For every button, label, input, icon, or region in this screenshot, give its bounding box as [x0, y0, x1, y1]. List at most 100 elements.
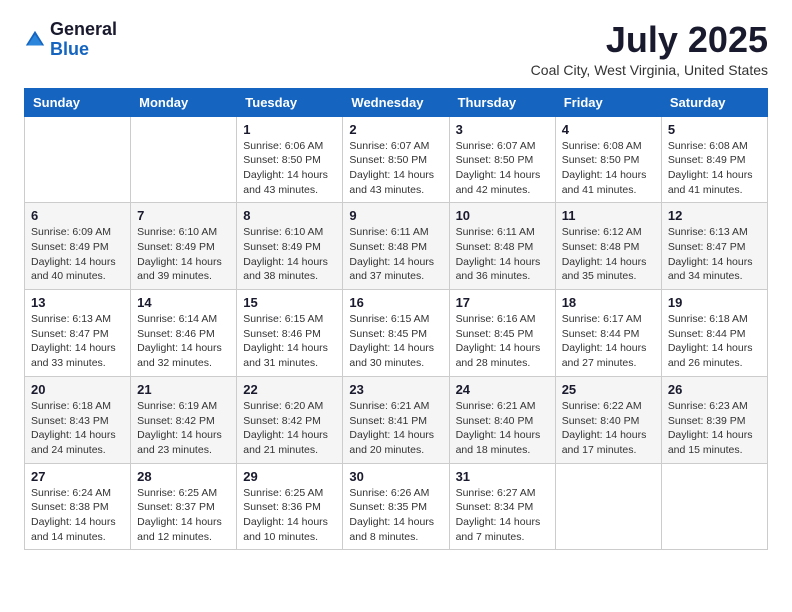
calendar-day-cell: 8 Sunrise: 6:10 AMSunset: 8:49 PMDaylight…: [237, 203, 343, 290]
day-number: 31: [456, 469, 549, 484]
day-info: Sunrise: 6:21 AMSunset: 8:41 PMDaylight:…: [349, 399, 442, 458]
day-info: Sunrise: 6:27 AMSunset: 8:34 PMDaylight:…: [456, 486, 549, 545]
day-number: 5: [668, 122, 761, 137]
day-number: 1: [243, 122, 336, 137]
day-number: 19: [668, 295, 761, 310]
month-title: July 2025: [531, 20, 768, 60]
day-number: 23: [349, 382, 442, 397]
calendar-day-cell: 15 Sunrise: 6:15 AMSunset: 8:46 PMDayligh…: [237, 290, 343, 377]
calendar-day-cell: 13 Sunrise: 6:13 AMSunset: 8:47 PMDayligh…: [25, 290, 131, 377]
calendar-day-cell: 23 Sunrise: 6:21 AMSunset: 8:41 PMDayligh…: [343, 376, 449, 463]
day-number: 15: [243, 295, 336, 310]
calendar-header-cell: Thursday: [449, 88, 555, 116]
calendar-day-cell: [661, 463, 767, 550]
day-info: Sunrise: 6:18 AMSunset: 8:43 PMDaylight:…: [31, 399, 124, 458]
day-number: 11: [562, 208, 655, 223]
logo-icon: [24, 29, 46, 51]
day-info: Sunrise: 6:14 AMSunset: 8:46 PMDaylight:…: [137, 312, 230, 371]
calendar-day-cell: 31 Sunrise: 6:27 AMSunset: 8:34 PMDayligh…: [449, 463, 555, 550]
day-number: 9: [349, 208, 442, 223]
day-info: Sunrise: 6:15 AMSunset: 8:46 PMDaylight:…: [243, 312, 336, 371]
calendar-day-cell: 16Sunrise: 6:15 AMSunset: 8:45 PMDayligh…: [343, 290, 449, 377]
day-number: 30: [349, 469, 442, 484]
day-number: 22: [243, 382, 336, 397]
calendar-day-cell: 19 Sunrise: 6:18 AMSunset: 8:44 PMDayligh…: [661, 290, 767, 377]
day-info: Sunrise: 6:18 AMSunset: 8:44 PMDaylight:…: [668, 312, 761, 371]
day-info: Sunrise: 6:20 AMSunset: 8:42 PMDaylight:…: [243, 399, 336, 458]
calendar-header-cell: Sunday: [25, 88, 131, 116]
day-info: Sunrise: 6:21 AMSunset: 8:40 PMDaylight:…: [456, 399, 549, 458]
day-info: Sunrise: 6:10 AMSunset: 8:49 PMDaylight:…: [243, 225, 336, 284]
day-info: Sunrise: 6:22 AMSunset: 8:40 PMDaylight:…: [562, 399, 655, 458]
day-number: 13: [31, 295, 124, 310]
calendar-day-cell: 26Sunrise: 6:23 AMSunset: 8:39 PMDayligh…: [661, 376, 767, 463]
calendar-week-row: 6 Sunrise: 6:09 AMSunset: 8:49 PMDaylight…: [25, 203, 768, 290]
day-info: Sunrise: 6:12 AMSunset: 8:48 PMDaylight:…: [562, 225, 655, 284]
calendar-day-cell: 14 Sunrise: 6:14 AMSunset: 8:46 PMDayligh…: [131, 290, 237, 377]
day-number: 20: [31, 382, 124, 397]
day-info: Sunrise: 6:06 AMSunset: 8:50 PMDaylight:…: [243, 139, 336, 198]
calendar-day-cell: 27 Sunrise: 6:24 AMSunset: 8:38 PMDayligh…: [25, 463, 131, 550]
calendar-header-cell: Wednesday: [343, 88, 449, 116]
calendar-day-cell: 1 Sunrise: 6:06 AMSunset: 8:50 PMDaylight…: [237, 116, 343, 203]
day-info: Sunrise: 6:08 AMSunset: 8:50 PMDaylight:…: [562, 139, 655, 198]
calendar-day-cell: 6 Sunrise: 6:09 AMSunset: 8:49 PMDaylight…: [25, 203, 131, 290]
day-number: 24: [456, 382, 549, 397]
calendar-week-row: 27 Sunrise: 6:24 AMSunset: 8:38 PMDayligh…: [25, 463, 768, 550]
calendar-week-row: 1 Sunrise: 6:06 AMSunset: 8:50 PMDaylight…: [25, 116, 768, 203]
day-number: 17: [456, 295, 549, 310]
calendar-day-cell: 21Sunrise: 6:19 AMSunset: 8:42 PMDayligh…: [131, 376, 237, 463]
day-number: 28: [137, 469, 230, 484]
day-info: Sunrise: 6:08 AMSunset: 8:49 PMDaylight:…: [668, 139, 761, 198]
day-info: Sunrise: 6:25 AMSunset: 8:36 PMDaylight:…: [243, 486, 336, 545]
calendar-day-cell: 24 Sunrise: 6:21 AMSunset: 8:40 PMDayligh…: [449, 376, 555, 463]
calendar-day-cell: 11 Sunrise: 6:12 AMSunset: 8:48 PMDayligh…: [555, 203, 661, 290]
day-number: 4: [562, 122, 655, 137]
day-number: 10: [456, 208, 549, 223]
day-number: 27: [31, 469, 124, 484]
calendar-day-cell: 12Sunrise: 6:13 AMSunset: 8:47 PMDayligh…: [661, 203, 767, 290]
calendar-day-cell: 28 Sunrise: 6:25 AMSunset: 8:37 PMDayligh…: [131, 463, 237, 550]
day-info: Sunrise: 6:11 AMSunset: 8:48 PMDaylight:…: [349, 225, 442, 284]
day-number: 29: [243, 469, 336, 484]
day-info: Sunrise: 6:23 AMSunset: 8:39 PMDaylight:…: [668, 399, 761, 458]
calendar-body: 1 Sunrise: 6:06 AMSunset: 8:50 PMDaylight…: [25, 116, 768, 550]
calendar-day-cell: 18Sunrise: 6:17 AMSunset: 8:44 PMDayligh…: [555, 290, 661, 377]
day-number: 14: [137, 295, 230, 310]
calendar-week-row: 13 Sunrise: 6:13 AMSunset: 8:47 PMDayligh…: [25, 290, 768, 377]
calendar-day-cell: 2Sunrise: 6:07 AMSunset: 8:50 PMDaylight…: [343, 116, 449, 203]
day-info: Sunrise: 6:07 AMSunset: 8:50 PMDaylight:…: [349, 139, 442, 198]
calendar-header-cell: Saturday: [661, 88, 767, 116]
calendar-header-cell: Monday: [131, 88, 237, 116]
calendar-day-cell: 20 Sunrise: 6:18 AMSunset: 8:43 PMDayligh…: [25, 376, 131, 463]
day-info: Sunrise: 6:24 AMSunset: 8:38 PMDaylight:…: [31, 486, 124, 545]
day-number: 25: [562, 382, 655, 397]
calendar-table: SundayMondayTuesdayWednesdayThursdayFrid…: [24, 88, 768, 551]
day-info: Sunrise: 6:09 AMSunset: 8:49 PMDaylight:…: [31, 225, 124, 284]
day-info: Sunrise: 6:17 AMSunset: 8:44 PMDaylight:…: [562, 312, 655, 371]
logo-text: General Blue: [50, 20, 117, 60]
page-header: General Blue July 2025 Coal City, West V…: [24, 20, 768, 78]
calendar-day-cell: 5 Sunrise: 6:08 AMSunset: 8:49 PMDaylight…: [661, 116, 767, 203]
calendar-day-cell: 29 Sunrise: 6:25 AMSunset: 8:36 PMDayligh…: [237, 463, 343, 550]
calendar-header-cell: Friday: [555, 88, 661, 116]
calendar-day-cell: 30 Sunrise: 6:26 AMSunset: 8:35 PMDayligh…: [343, 463, 449, 550]
day-info: Sunrise: 6:13 AMSunset: 8:47 PMDaylight:…: [31, 312, 124, 371]
day-number: 3: [456, 122, 549, 137]
day-info: Sunrise: 6:15 AMSunset: 8:45 PMDaylight:…: [349, 312, 442, 371]
day-info: Sunrise: 6:25 AMSunset: 8:37 PMDaylight:…: [137, 486, 230, 545]
calendar-day-cell: [131, 116, 237, 203]
day-info: Sunrise: 6:16 AMSunset: 8:45 PMDaylight:…: [456, 312, 549, 371]
day-info: Sunrise: 6:26 AMSunset: 8:35 PMDaylight:…: [349, 486, 442, 545]
calendar-day-cell: 25 Sunrise: 6:22 AMSunset: 8:40 PMDayligh…: [555, 376, 661, 463]
day-number: 6: [31, 208, 124, 223]
day-info: Sunrise: 6:19 AMSunset: 8:42 PMDaylight:…: [137, 399, 230, 458]
day-info: Sunrise: 6:13 AMSunset: 8:47 PMDaylight:…: [668, 225, 761, 284]
day-number: 8: [243, 208, 336, 223]
day-number: 7: [137, 208, 230, 223]
calendar-day-cell: 22 Sunrise: 6:20 AMSunset: 8:42 PMDayligh…: [237, 376, 343, 463]
calendar-day-cell: 7Sunrise: 6:10 AMSunset: 8:49 PMDaylight…: [131, 203, 237, 290]
day-info: Sunrise: 6:11 AMSunset: 8:48 PMDaylight:…: [456, 225, 549, 284]
calendar-header-row: SundayMondayTuesdayWednesdayThursdayFrid…: [25, 88, 768, 116]
logo: General Blue: [24, 20, 117, 60]
